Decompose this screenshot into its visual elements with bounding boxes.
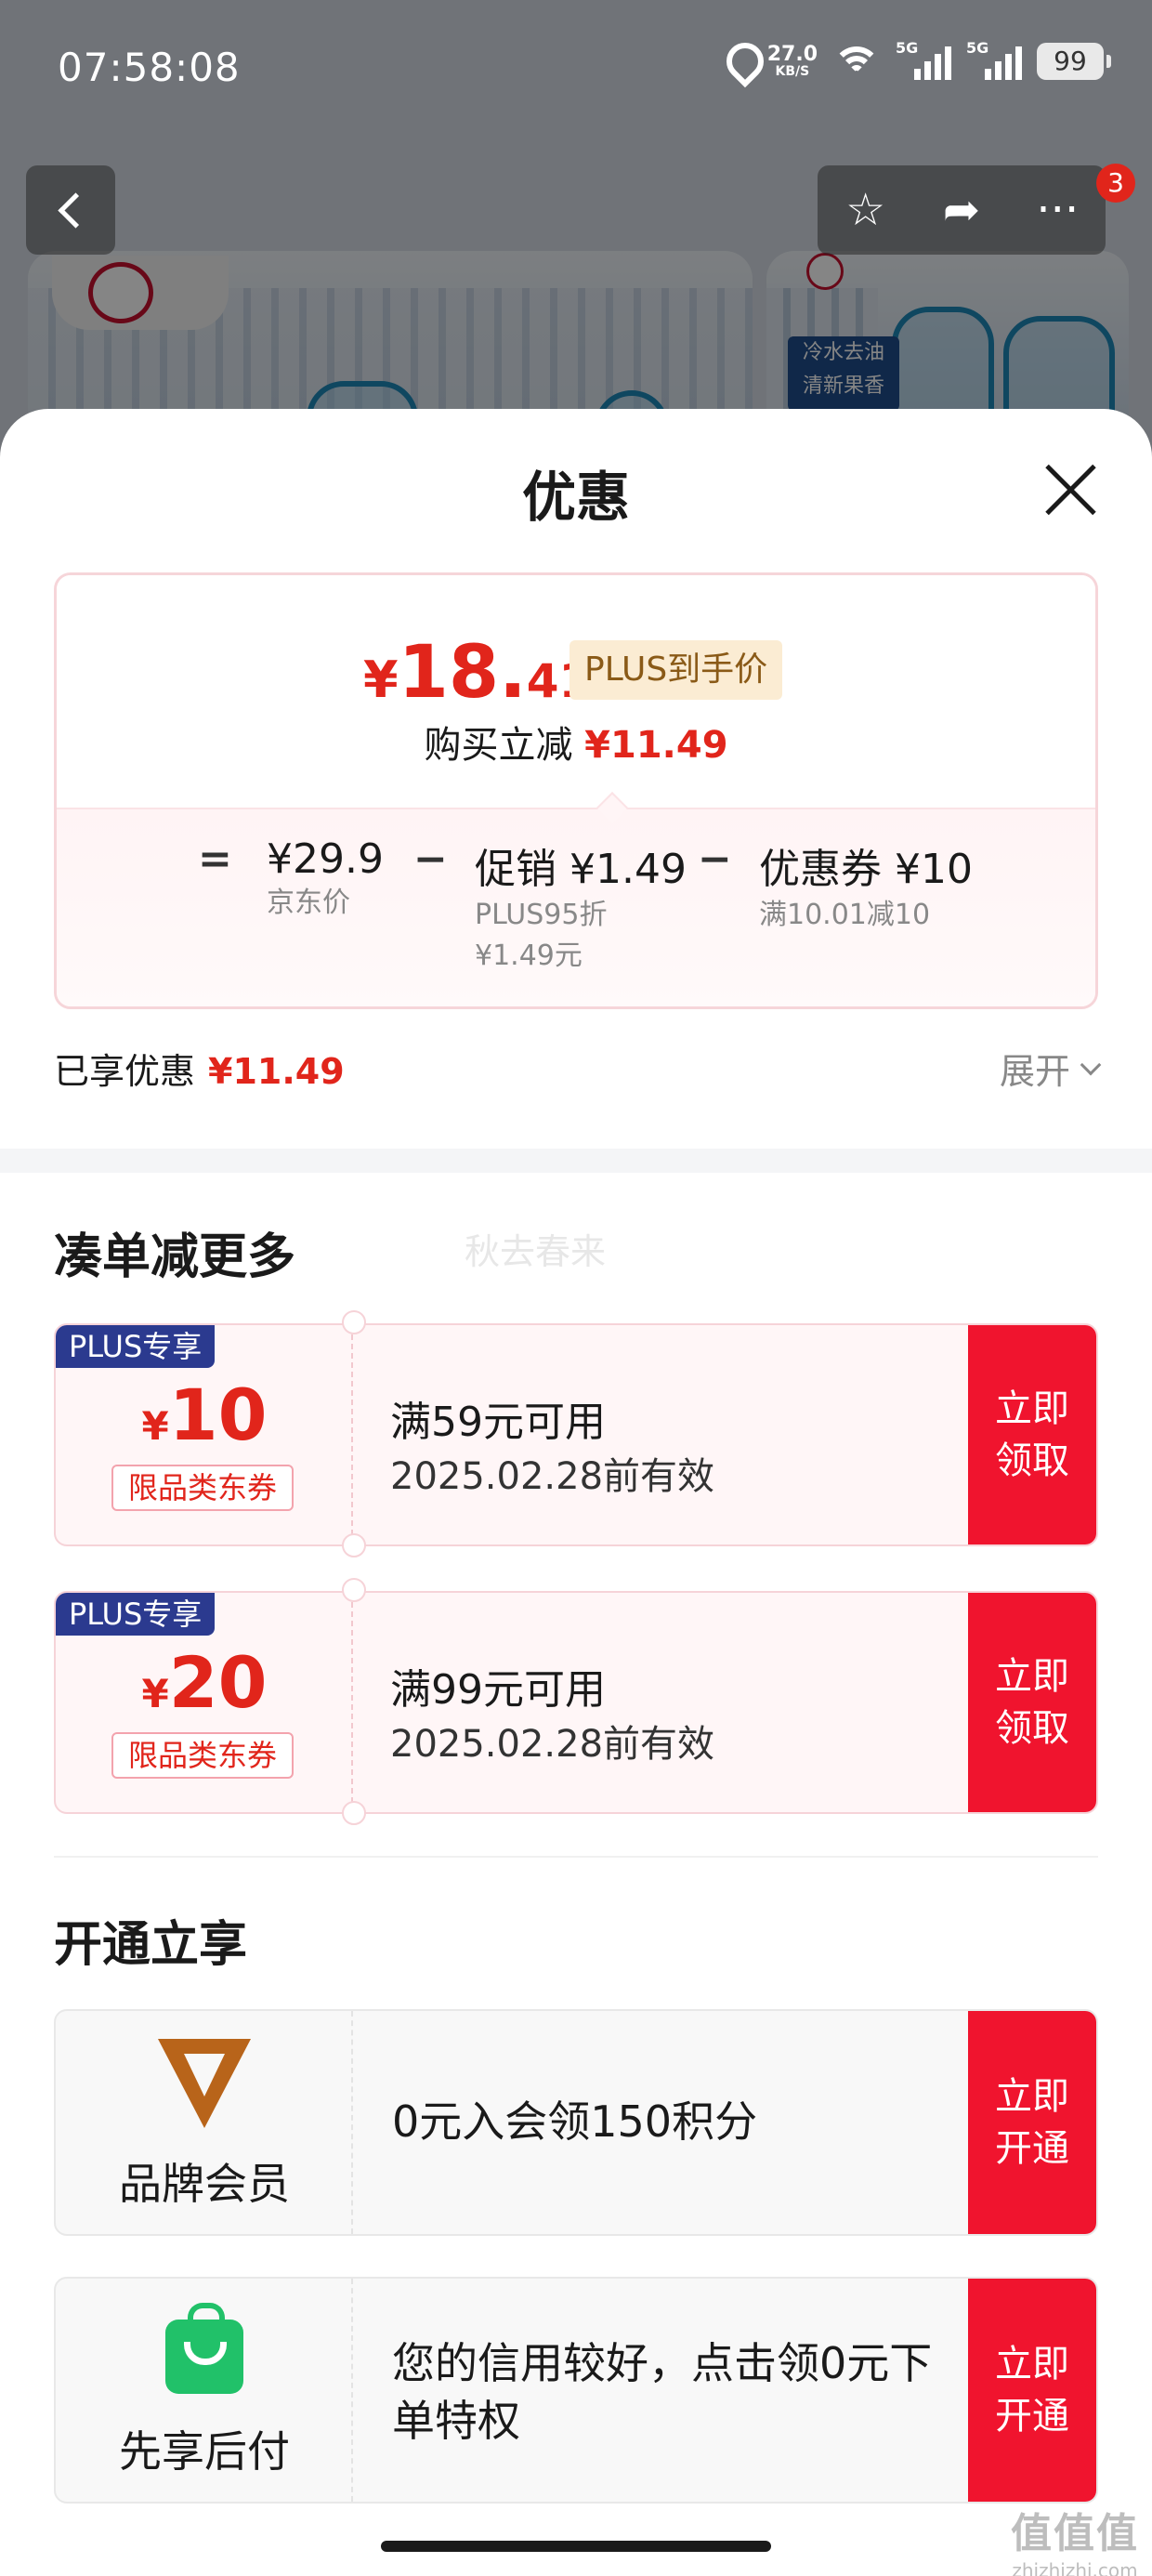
pay-later-desc: 您的信用较好，点击领0元下单特权 [392, 2338, 933, 2446]
pay-later-label: 先享后付 [119, 2426, 290, 2477]
promo-discount: 促销 ¥1.49 PLUS95折 ¥1.49元 [475, 846, 687, 972]
status-bar: 07:58:08 27.0 KB/S 5G 5G 99 [0, 28, 1152, 112]
reduce-line: 购买立减 ¥11.49 [424, 724, 728, 767]
price-breakdown-card: ¥18.41 PLUS到手价 购买立减 ¥11.49 = ¥29.9 京东价 −… [54, 572, 1098, 1009]
network-speed: 27.0 KB/S [766, 43, 818, 79]
coupon-amount: ¥10 [141, 1373, 268, 1456]
watermark-text: 秋去春来 [465, 1231, 607, 1272]
plus-exclusive-label: PLUS专享 [56, 1593, 216, 1636]
brand-v-icon [158, 2039, 251, 2132]
open-pay-later-button[interactable]: 立即 开通 [968, 2279, 1096, 2502]
open-membership-button[interactable]: 立即 开通 [968, 2011, 1096, 2234]
section-title-combine: 凑单减更多 [54, 1229, 296, 1285]
jd-price: ¥29.9 京东价 [267, 835, 384, 919]
wifi-icon [832, 43, 881, 80]
divider [54, 1856, 1098, 1858]
membership-label: 品牌会员 [119, 2159, 290, 2209]
expand-toggle[interactable]: 展开 [1000, 1043, 1102, 1094]
star-icon[interactable]: ☆ [824, 184, 908, 236]
coupon-amount: ¥20 [141, 1641, 268, 1724]
coupon-scope: 限品类东券 [111, 1732, 294, 1779]
cell-signal-icon: 5G [896, 39, 951, 80]
clock: 07:58:08 [58, 45, 241, 90]
minus-sign: − [698, 835, 732, 883]
coupon-hole [342, 1801, 366, 1825]
coupon-card: PLUS专享 ¥10 限品类东券 满59元可用 2025.02.28前有效 立即… [54, 1323, 1098, 1546]
plus-price-tag: PLUS到手价 [569, 640, 783, 700]
sheet-title: 优惠 [521, 466, 630, 529]
equals-sign: = [198, 835, 232, 883]
coupon-hole [342, 1578, 366, 1602]
coupon-condition: 满99元可用 [390, 1666, 606, 1714]
membership-desc: 0元入会领150积分 [392, 2096, 758, 2147]
location-icon [727, 43, 753, 80]
coupon-validity: 2025.02.28前有效 [390, 1455, 715, 1498]
coupon-discount: 优惠券 ¥10 满10.01减10 [759, 846, 973, 931]
section-divider [0, 1149, 1152, 1173]
section-title-open: 开通立享 [54, 1917, 248, 1973]
membership-card: 品牌会员 0元入会领150积分 立即 开通 [54, 2009, 1098, 2236]
message-badge: 3 [1096, 164, 1135, 203]
close-icon[interactable] [1041, 460, 1100, 519]
plus-exclusive-label: PLUS专享 [56, 1325, 216, 1368]
shopping-bag-icon [158, 2303, 251, 2399]
more-icon[interactable]: ··· [1015, 184, 1099, 236]
chevron-down-icon [1080, 1054, 1102, 1075]
minus-sign: − [413, 835, 448, 883]
coupon-hole [342, 1310, 366, 1334]
cell-signal-icon: 5G [966, 39, 1022, 80]
top-actions: ☆ ➦ ··· [818, 165, 1106, 255]
site-watermark: 值值值 zhizhizhi.com [1011, 2510, 1139, 2576]
back-button[interactable] [26, 165, 115, 255]
claim-coupon-button[interactable]: 立即 领取 [968, 1593, 1096, 1812]
coupon-condition: 满59元可用 [390, 1399, 606, 1446]
share-icon[interactable]: ➦ [920, 184, 1003, 236]
pay-later-card: 先享后付 您的信用较好，点击领0元下单特权 立即 开通 [54, 2277, 1098, 2504]
coupon-hole [342, 1533, 366, 1557]
enjoyed-discount: 已享优惠 ¥11.49 [54, 1051, 345, 1092]
coupon-scope: 限品类东券 [111, 1465, 294, 1511]
home-indicator[interactable] [381, 2541, 771, 2552]
status-icons: 27.0 KB/S 5G 5G 99 [727, 39, 1111, 80]
claim-coupon-button[interactable]: 立即 领取 [968, 1325, 1096, 1544]
coupon-validity: 2025.02.28前有效 [390, 1723, 715, 1766]
coupon-card: PLUS专享 ¥20 限品类东券 满99元可用 2025.02.28前有效 立即… [54, 1591, 1098, 1814]
battery-icon: 99 [1037, 43, 1111, 80]
price-equation: = ¥29.9 京东价 − 促销 ¥1.49 PLUS95折 ¥1.49元 − … [57, 835, 1095, 984]
discount-sheet: 优惠 ¥18.41 PLUS到手价 购买立减 ¥11.49 = ¥29.9 京东… [0, 409, 1152, 2576]
final-price: ¥18.41 [363, 631, 592, 715]
